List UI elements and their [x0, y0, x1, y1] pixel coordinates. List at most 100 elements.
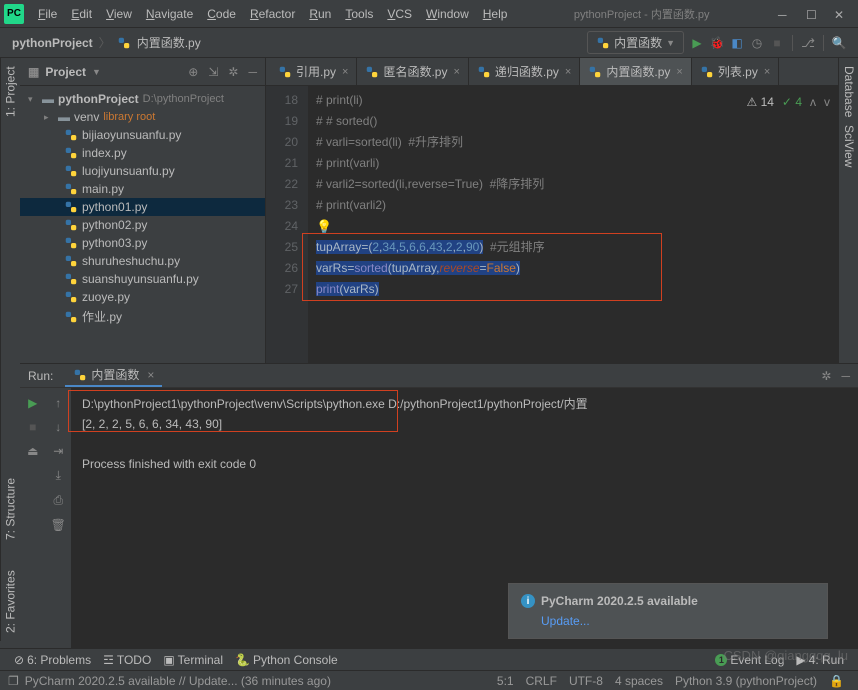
- code-editor[interactable]: 18192021222324252627 ⚠ 14 ✓ 4 ʌ v # prin…: [266, 86, 838, 363]
- tab-close-icon[interactable]: ×: [453, 66, 459, 78]
- status-widget-icon[interactable]: ❐: [8, 674, 19, 688]
- close-icon[interactable]: ✕: [834, 8, 846, 20]
- editor-tabs: 引用.py×匿名函数.py×递归函数.py×内置函数.py×列表.py×: [266, 58, 838, 86]
- code-line-20[interactable]: # varli=sorted(li) #升序排列: [316, 132, 830, 153]
- tool-problems[interactable]: ⊘ 6: Problems: [8, 653, 97, 667]
- menu-code[interactable]: Code: [201, 4, 242, 24]
- minimize-icon[interactable]: ─: [778, 8, 790, 20]
- settings-icon[interactable]: ✲: [228, 65, 238, 79]
- tab-引用.py[interactable]: 引用.py×: [270, 58, 357, 85]
- code-line-24[interactable]: 💡: [316, 216, 830, 237]
- status-linecol[interactable]: 5:1: [491, 674, 520, 688]
- tool-project[interactable]: 1: Project: [4, 66, 18, 117]
- tree-file[interactable]: luojiyunsuanfu.py: [20, 162, 265, 180]
- lock-icon[interactable]: 🔒: [823, 674, 850, 688]
- rerun-icon[interactable]: ▶: [28, 396, 37, 410]
- status-interpreter[interactable]: Python 3.9 (pythonProject): [669, 674, 823, 688]
- tool-database[interactable]: Database: [841, 66, 856, 117]
- tree-file[interactable]: bijiaoyunsuanfu.py: [20, 126, 265, 144]
- menu-vcs[interactable]: VCS: [381, 4, 418, 24]
- tree-file[interactable]: zuoye.py: [20, 288, 265, 306]
- ok-indicator[interactable]: ✓ 4: [782, 92, 802, 113]
- tab-递归函数.py[interactable]: 递归函数.py×: [469, 58, 580, 85]
- expand-icon[interactable]: ⇲: [208, 65, 218, 79]
- print-icon[interactable]: ⎙: [53, 493, 63, 508]
- up-icon[interactable]: ↑: [55, 396, 61, 410]
- code-line-25[interactable]: tupArray=(2,34,5,6,6,43,2,2,90) #元组排序: [316, 237, 830, 258]
- gear-icon[interactable]: ✲: [821, 369, 831, 383]
- stop-run-icon[interactable]: ■: [29, 420, 36, 434]
- tool-todo[interactable]: ☲ TODO: [97, 653, 157, 667]
- menu-refactor[interactable]: Refactor: [244, 4, 301, 24]
- tree-file[interactable]: suanshuyunsuanfu.py: [20, 270, 265, 288]
- trash-icon[interactable]: 🗑: [51, 518, 66, 532]
- tab-close-icon[interactable]: ×: [342, 66, 348, 78]
- tree-file[interactable]: shuruheshuchu.py: [20, 252, 265, 270]
- maximize-icon[interactable]: ☐: [806, 8, 818, 20]
- code-line-22[interactable]: # varli2=sorted(li,reverse=True) #降序排列: [316, 174, 830, 195]
- tree-file[interactable]: python01.py: [20, 198, 265, 216]
- tab-close-icon[interactable]: ×: [676, 66, 682, 78]
- tab-匿名函数.py[interactable]: 匿名函数.py×: [357, 58, 468, 85]
- tree-root[interactable]: ▾▬ pythonProject D:\pythonProject: [20, 90, 265, 108]
- notification-link[interactable]: Update...: [541, 614, 815, 628]
- menu-run[interactable]: Run: [303, 4, 337, 24]
- tool-sciview[interactable]: SciView: [841, 125, 856, 167]
- menu-edit[interactable]: Edit: [65, 4, 98, 24]
- warnings-indicator[interactable]: ⚠ 14: [746, 92, 773, 113]
- menu-help[interactable]: Help: [477, 4, 514, 24]
- tree-file[interactable]: python03.py: [20, 234, 265, 252]
- tab-内置函数.py[interactable]: 内置函数.py×: [580, 58, 691, 85]
- menu-view[interactable]: View: [100, 4, 138, 24]
- coverage-icon[interactable]: ◧: [730, 36, 744, 50]
- debug-icon[interactable]: 🐞: [710, 36, 724, 50]
- menu-navigate[interactable]: Navigate: [140, 4, 199, 24]
- code-line-19[interactable]: # # sorted(): [316, 111, 830, 132]
- locate-icon[interactable]: ⊕: [188, 65, 198, 79]
- status-indent[interactable]: 4 spaces: [609, 674, 669, 688]
- vcs-icon[interactable]: ⎇: [801, 36, 815, 50]
- scroll-icon[interactable]: ⤓: [56, 468, 61, 483]
- run-config-select[interactable]: 内置函数 ▼: [587, 31, 684, 54]
- status-message[interactable]: PyCharm 2020.2.5 available // Update... …: [25, 674, 331, 688]
- tab-列表.py[interactable]: 列表.py×: [692, 58, 779, 85]
- breadcrumb-root[interactable]: pythonProject: [12, 36, 93, 50]
- chevron-down-icon[interactable]: v: [824, 92, 830, 113]
- status-crlf[interactable]: CRLF: [520, 674, 563, 688]
- code-line-26[interactable]: varRs=sorted(tupArray,reverse=False): [316, 258, 830, 279]
- status-encoding[interactable]: UTF-8: [563, 674, 609, 688]
- tool-terminal[interactable]: ▣ Terminal: [157, 653, 229, 667]
- tree-file[interactable]: index.py: [20, 144, 265, 162]
- profile-icon[interactable]: ◷: [750, 36, 764, 50]
- run-icon[interactable]: ▶: [690, 36, 704, 50]
- breadcrumb-file[interactable]: 内置函数.py: [137, 34, 201, 51]
- code-line-27[interactable]: print(varRs): [316, 279, 830, 300]
- tree-file[interactable]: python02.py: [20, 216, 265, 234]
- notification-popup: i PyCharm 2020.2.5 available Update...: [508, 583, 828, 639]
- tree-venv[interactable]: ▸▬ venv library root: [20, 108, 265, 126]
- menu-file[interactable]: File: [32, 4, 63, 24]
- down-icon[interactable]: ↓: [55, 420, 61, 434]
- tab-close-icon[interactable]: ×: [565, 66, 571, 78]
- tree-file[interactable]: main.py: [20, 180, 265, 198]
- code-body[interactable]: ⚠ 14 ✓ 4 ʌ v # print(li)# # sorted()# va…: [308, 86, 838, 363]
- exit-icon[interactable]: ⏏: [27, 444, 38, 458]
- hide-icon[interactable]: ─: [248, 65, 257, 79]
- panel-title[interactable]: ▦Project ▼: [28, 65, 101, 79]
- menu-window[interactable]: Window: [420, 4, 475, 24]
- project-panel: ▦Project ▼ ⊕ ⇲ ✲ ─ ▾▬ pythonProject D:\p…: [20, 58, 266, 363]
- run-tab[interactable]: 内置函数 ×: [65, 364, 162, 387]
- tool-structure[interactable]: 7: Structure: [4, 478, 18, 540]
- stop-icon[interactable]: ■: [770, 36, 784, 50]
- code-line-23[interactable]: # print(varli2): [316, 195, 830, 216]
- code-line-21[interactable]: # print(varli): [316, 153, 830, 174]
- chevron-up-icon[interactable]: ʌ: [810, 92, 816, 113]
- tab-close-icon[interactable]: ×: [764, 66, 770, 78]
- menu-tools[interactable]: Tools: [339, 4, 379, 24]
- search-icon[interactable]: 🔍: [832, 36, 846, 50]
- tool-favorites[interactable]: 2: Favorites: [4, 570, 18, 633]
- hide-panel-icon[interactable]: ─: [841, 369, 850, 383]
- tree-file[interactable]: 作业.py: [20, 306, 265, 327]
- tool-pyconsole[interactable]: 🐍 Python Console: [229, 653, 344, 667]
- wrap-icon[interactable]: ⇥: [53, 444, 63, 458]
